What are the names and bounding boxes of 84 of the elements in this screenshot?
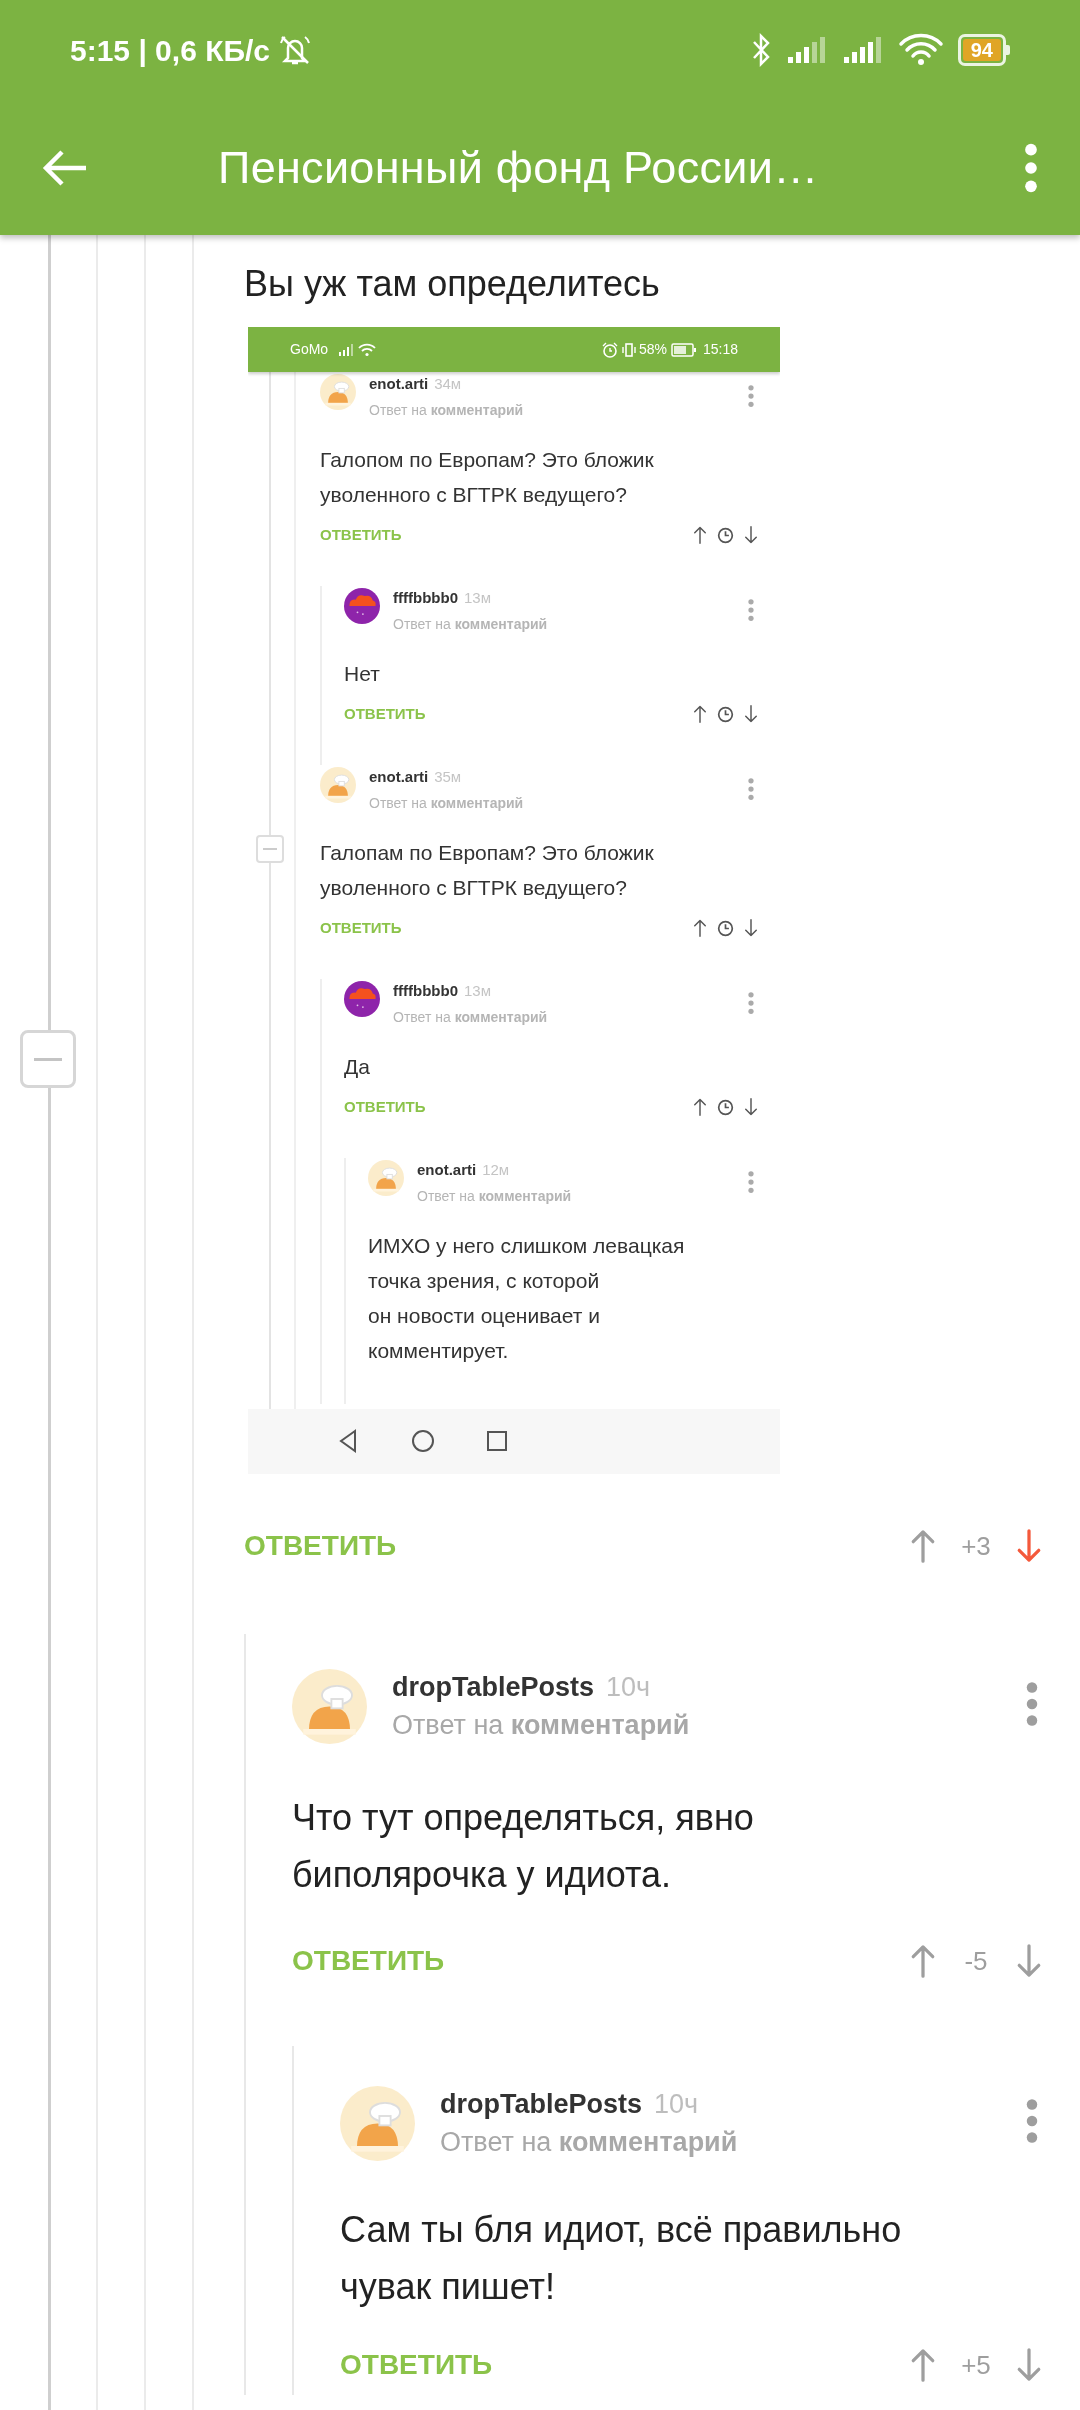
recents-icon[interactable] bbox=[486, 1430, 508, 1452]
battery-level: 94 bbox=[962, 39, 1001, 61]
timestamp: 10ч bbox=[654, 2088, 699, 2121]
timestamp: 13м bbox=[464, 981, 491, 1001]
reply-context: Ответ на комментарий bbox=[369, 401, 524, 420]
alarm-icon bbox=[601, 341, 618, 358]
downvote-icon[interactable] bbox=[744, 704, 758, 724]
more-icon[interactable] bbox=[748, 384, 754, 408]
avatar-icon bbox=[368, 1160, 404, 1196]
signal-icon bbox=[785, 35, 828, 65]
clock-icon[interactable] bbox=[717, 705, 734, 723]
toolbar-title: Пенсионный фонд России… bbox=[218, 140, 819, 195]
reply-button[interactable]: ОТВЕТИТЬ bbox=[320, 523, 402, 547]
reply-button[interactable]: ОТВЕТИТЬ bbox=[292, 1940, 445, 1982]
back-icon[interactable] bbox=[338, 1429, 358, 1453]
avatar-icon bbox=[344, 588, 380, 624]
avatar-icon bbox=[340, 2086, 415, 2161]
reply-context: Ответ на комментарий bbox=[440, 2126, 738, 2159]
status-time: 15:18 bbox=[702, 340, 738, 359]
avatar-icon bbox=[320, 767, 356, 803]
comment-text: Нет bbox=[344, 661, 381, 687]
reply-context: Ответ на комментарий bbox=[393, 1008, 548, 1027]
reply-button[interactable]: ОТВЕТИТЬ bbox=[344, 1095, 426, 1119]
signal-icon bbox=[841, 35, 884, 65]
carrier-name: GoMo bbox=[290, 340, 329, 359]
username: ffffbbbb0 bbox=[393, 981, 458, 1001]
comment-text: Сам ты бля идиот, всё правильно чувак пишет! bbox=[340, 2208, 903, 2309]
comment-text: Да bbox=[344, 1054, 371, 1080]
status-time: 5:15 | 0,6 КБ/с bbox=[70, 32, 271, 69]
collapse-button[interactable] bbox=[20, 1030, 76, 1088]
comment-text: ИМХО у него слишком левацкая точка зрения, с которой он новости оценивает и комментирует. bbox=[368, 1233, 686, 1364]
vote-score: +3 bbox=[960, 1529, 992, 1563]
home-icon[interactable] bbox=[411, 1429, 435, 1453]
reply-context: Ответ на комментарий bbox=[417, 1187, 572, 1206]
upvote-icon[interactable] bbox=[693, 1097, 707, 1117]
username: enot.arti bbox=[417, 1160, 477, 1180]
reply-button[interactable]: ОТВЕТИТЬ bbox=[244, 1525, 397, 1567]
reply-button[interactable]: ОТВЕТИТЬ bbox=[340, 2344, 493, 2386]
comment-text: Вы уж там определитесь bbox=[244, 262, 661, 305]
more-icon[interactable] bbox=[748, 777, 754, 801]
downvote-icon[interactable] bbox=[744, 525, 758, 545]
vibrate-icon bbox=[620, 341, 637, 358]
avatar-icon bbox=[344, 981, 380, 1017]
clock-icon[interactable] bbox=[717, 919, 734, 937]
upvote-icon[interactable] bbox=[693, 704, 707, 724]
clock-icon[interactable] bbox=[717, 1098, 734, 1116]
timestamp: 10ч bbox=[606, 1671, 651, 1704]
battery-percent: 58% bbox=[638, 340, 667, 359]
reply-button[interactable]: ОТВЕТИТЬ bbox=[320, 916, 402, 940]
vote-score: +5 bbox=[960, 2348, 992, 2382]
wifi-icon bbox=[358, 342, 377, 357]
username: dropTablePosts bbox=[392, 1671, 595, 1704]
timestamp: 35м bbox=[434, 767, 462, 787]
timestamp: 12м bbox=[482, 1160, 510, 1180]
menu-icon[interactable] bbox=[1024, 142, 1038, 193]
upvote-icon[interactable] bbox=[693, 918, 707, 938]
more-icon[interactable] bbox=[1026, 2098, 1038, 2144]
username: enot.arti bbox=[369, 374, 429, 394]
more-icon[interactable] bbox=[1026, 1681, 1038, 1727]
more-icon[interactable] bbox=[748, 1170, 754, 1194]
username: dropTablePosts bbox=[440, 2088, 643, 2121]
bell-off-icon bbox=[278, 34, 313, 66]
reply-context: Ответ на комментарий bbox=[369, 794, 524, 813]
clock-icon[interactable] bbox=[717, 526, 734, 544]
reply-context: Ответ на комментарий bbox=[392, 1709, 690, 1742]
username: ffffbbbb0 bbox=[393, 588, 458, 608]
more-icon[interactable] bbox=[748, 598, 754, 622]
timestamp: 34м bbox=[434, 374, 462, 394]
more-icon[interactable] bbox=[748, 991, 754, 1015]
username: enot.arti bbox=[369, 767, 429, 787]
downvote-icon[interactable] bbox=[744, 1097, 758, 1117]
wifi-icon bbox=[897, 33, 944, 67]
reply-context: Ответ на комментарий bbox=[393, 615, 548, 634]
comment-text: Что тут определяться, явно биполярочка у идиота. bbox=[292, 1796, 755, 1897]
comment-text: Галопом по Европам? Это бложик уволенного с ВГТРК ведущего? bbox=[320, 447, 655, 508]
downvote-icon[interactable] bbox=[744, 918, 758, 938]
battery-icon bbox=[670, 342, 697, 357]
upvote-icon[interactable] bbox=[693, 525, 707, 545]
signal-icon bbox=[338, 343, 355, 356]
comment-text: Галопам по Европам? Это бложик уволенного с ВГТРК ведущего? bbox=[320, 840, 655, 901]
timestamp: 13м bbox=[464, 588, 491, 608]
avatar-icon bbox=[292, 1669, 367, 1744]
reply-button[interactable]: ОТВЕТИТЬ bbox=[344, 702, 426, 726]
vote-score: -5 bbox=[963, 1944, 989, 1978]
